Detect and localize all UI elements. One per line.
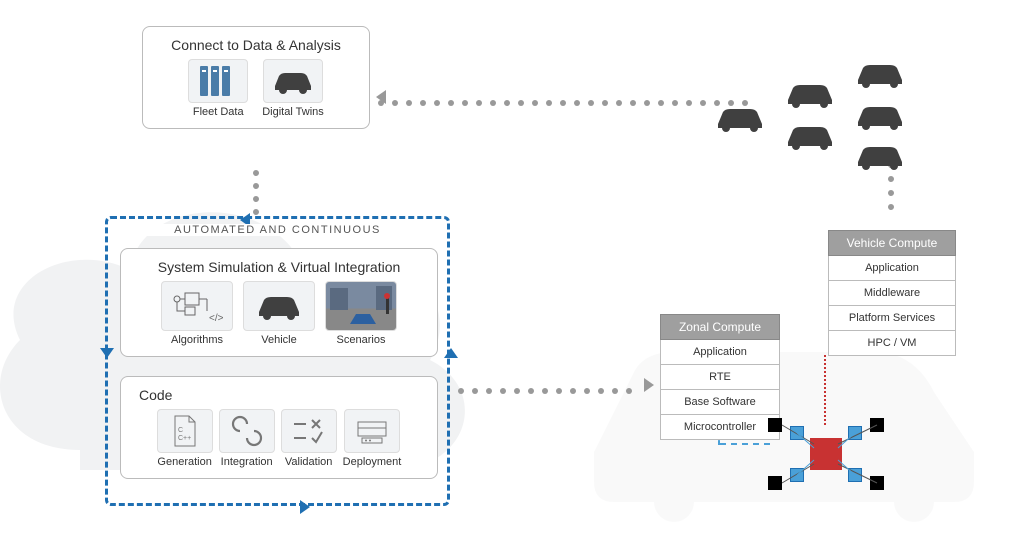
arrow-left-gray-icon xyxy=(376,90,386,104)
automated-continuous-label: AUTOMATED AND CONTINUOUS xyxy=(130,224,425,236)
zonal-compute-stack: Zonal Compute Application RTE Base Softw… xyxy=(660,314,780,440)
link-icon xyxy=(219,409,275,453)
connect-item-digital-twins: Digital Twins xyxy=(262,59,324,118)
fleet-car-icon xyxy=(784,118,836,152)
arrow-up-icon xyxy=(444,348,458,358)
arrow-down-icon xyxy=(100,348,114,358)
svg-text:</>: </> xyxy=(209,313,224,324)
vehicle-layer: HPC / VM xyxy=(828,331,956,356)
cpp-file-icon: CC++ xyxy=(157,409,213,453)
connect-title: Connect to Data & Analysis xyxy=(157,37,355,53)
car-icon xyxy=(263,59,323,103)
sim-item-label: Scenarios xyxy=(337,334,386,346)
code-title: Code xyxy=(139,387,423,403)
svg-text:C: C xyxy=(178,427,183,434)
vehicle-compute-stack: Vehicle Compute Application Middleware P… xyxy=(828,230,956,356)
sim-item-vehicle: Vehicle xyxy=(243,281,315,346)
vehicle-fleet xyxy=(714,70,974,220)
fleet-car-icon xyxy=(854,138,906,172)
fleet-car-icon xyxy=(854,98,906,132)
connector-dots-to-fleet xyxy=(378,94,768,112)
block-diagram-icon: </> xyxy=(161,281,233,331)
code-item-label: Validation xyxy=(285,456,333,468)
connect-item-fleet-data: Fleet Data xyxy=(188,59,248,118)
sim-item-label: Algorithms xyxy=(171,334,223,346)
fleet-car-icon xyxy=(784,76,836,110)
code-item-label: Generation xyxy=(157,456,211,468)
connector-dots-to-vehicle xyxy=(458,382,648,400)
fleet-car-icon xyxy=(854,56,906,90)
arrow-right-gray-icon xyxy=(644,378,654,392)
simulation-panel: System Simulation & Virtual Integration … xyxy=(120,248,438,357)
zonal-header: Zonal Compute xyxy=(660,314,780,340)
zonal-layer: Microcontroller xyxy=(660,415,780,440)
vehicle-layer: Platform Services xyxy=(828,306,956,331)
connect-panel: Connect to Data & Analysis Fleet Data Di… xyxy=(142,26,370,129)
connector-dots-vertical xyxy=(252,170,260,214)
chip-network xyxy=(766,414,886,514)
zonal-layer: RTE xyxy=(660,365,780,390)
check-x-icon xyxy=(281,409,337,453)
server-icon xyxy=(188,59,248,103)
sim-item-algorithms: </> Algorithms xyxy=(161,281,233,346)
code-item-label: Deployment xyxy=(343,456,402,468)
simulation-title: System Simulation & Virtual Integration xyxy=(135,259,423,275)
code-item-deployment: Deployment xyxy=(343,409,402,468)
connect-item-label: Digital Twins xyxy=(262,106,324,118)
sim-item-label: Vehicle xyxy=(261,334,296,346)
zonal-layer: Application xyxy=(660,340,780,365)
svg-text:C++: C++ xyxy=(178,435,191,442)
code-panel: Code CC++ Generation Integration Validat… xyxy=(120,376,438,479)
vehicle-layer: Application xyxy=(828,256,956,281)
zonal-layer: Base Software xyxy=(660,390,780,415)
street-scene-icon xyxy=(325,281,397,331)
vehicle-header: Vehicle Compute xyxy=(828,230,956,256)
code-item-label: Integration xyxy=(221,456,273,468)
deploy-icon xyxy=(344,409,400,453)
zonal-to-chip-connector xyxy=(720,443,770,445)
car-icon xyxy=(243,281,315,331)
sim-item-scenarios: Scenarios xyxy=(325,281,397,346)
code-item-generation: CC++ Generation xyxy=(157,409,213,468)
vehicle-layer: Middleware xyxy=(828,281,956,306)
fleet-car-icon xyxy=(714,100,766,134)
code-item-validation: Validation xyxy=(281,409,337,468)
connect-item-label: Fleet Data xyxy=(193,106,244,118)
arrow-right-icon xyxy=(300,500,310,514)
code-item-integration: Integration xyxy=(219,409,275,468)
